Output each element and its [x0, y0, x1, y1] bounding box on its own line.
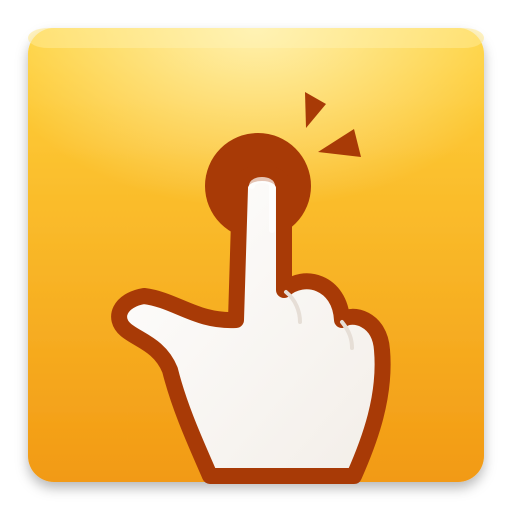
icon-canvas	[0, 0, 512, 512]
app-icon[interactable]	[0, 0, 512, 512]
tap-gesture-app-icon	[28, 28, 484, 484]
